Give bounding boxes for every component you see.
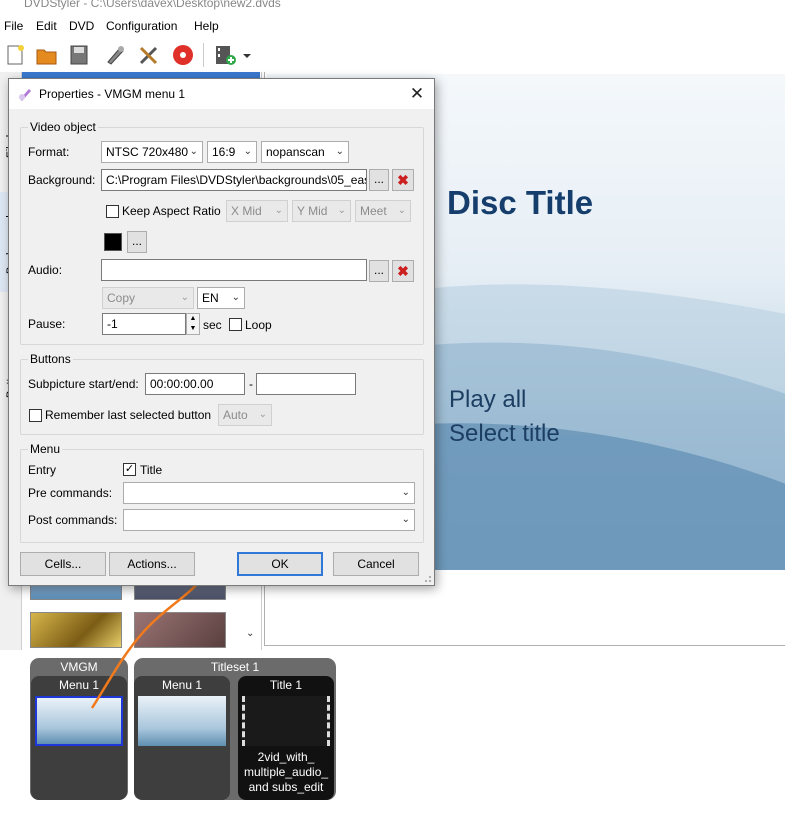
dropdown-icon[interactable] [240, 42, 254, 68]
subpicture-end-field[interactable] [256, 373, 356, 395]
dialog-titlebar: Properties - VMGM menu 1 ✕ [9, 79, 434, 109]
auto-select[interactable]: Auto ⌄ [218, 404, 272, 426]
add-video-icon[interactable] [212, 42, 238, 68]
title-entry-label: Title [140, 463, 163, 477]
dvd-icon[interactable] [170, 42, 196, 68]
properties-dialog: Properties - VMGM menu 1 ✕ Video object … [8, 78, 435, 586]
loop-label: Loop [245, 318, 272, 332]
scroll-down-icon[interactable]: ⌄ [246, 628, 254, 639]
x-align-select[interactable]: X Mid ⌄ [226, 200, 288, 222]
audio-label: Audio: [28, 263, 63, 277]
remember-button-checkbox[interactable] [29, 409, 42, 422]
pre-commands-field[interactable]: ⌄ [123, 482, 415, 504]
timeline-item-label: Menu 1 [58, 678, 100, 692]
section-title: Menu [28, 442, 63, 456]
timeline-group-vmgm: VMGM Menu 1 [30, 658, 128, 800]
background-path-field[interactable]: C:\Program Files\DVDStyler\backgrounds\0… [101, 169, 367, 191]
seconds-label: sec [203, 318, 222, 332]
entry-label: Entry [28, 463, 57, 477]
remember-button-label: Remember last selected button [45, 408, 212, 422]
cells-button[interactable]: Cells... [20, 552, 106, 576]
close-icon[interactable]: ✕ [406, 83, 428, 105]
pause-spinner[interactable]: ▲ ▼ [186, 313, 200, 335]
section-title: Video object [28, 120, 98, 134]
toolbar [0, 38, 785, 72]
timeline-group-titleset: Titleset 1 Menu 1 Title 1 2vid_with_ mul… [134, 658, 336, 800]
post-commands-field[interactable]: ⌄ [123, 509, 415, 531]
audio-language-select[interactable]: EN ⌄ [197, 287, 245, 309]
timeline-item-label: Title 1 [269, 678, 303, 692]
menu-edit[interactable]: Edit [36, 19, 57, 33]
new-file-icon[interactable] [2, 42, 28, 68]
window-title: DVDStyler - C:\Users\davex\Desktop\new2.… [24, 0, 281, 10]
audio-browse-button[interactable]: ... [369, 260, 389, 282]
menubar: File Edit DVD Configuration Help [0, 16, 785, 38]
audio-mode-select[interactable]: Copy ⌄ [102, 287, 194, 309]
loop-checkbox[interactable] [229, 318, 242, 331]
timeline-item-caption: 2vid_with_ multiple_audio_ and subs_edit [244, 750, 329, 794]
preview-disc-title[interactable]: Disc Title [447, 184, 593, 222]
save-icon[interactable] [66, 42, 92, 68]
timeline-item-titleset-menu[interactable]: Menu 1 [134, 676, 230, 800]
pause-field[interactable]: -1 [102, 313, 186, 335]
timeline-thumbnail [35, 696, 123, 746]
background-label: Background: [28, 173, 96, 187]
titleset-timeline: VMGM Menu 1 Titleset 1 Menu 1 Title 1 2v… [22, 650, 785, 813]
video-thumbnail [242, 696, 330, 746]
toolbar-separator [203, 43, 204, 67]
delete-audio-icon[interactable]: ✖ [392, 260, 414, 282]
format-label: Format: [28, 145, 70, 159]
subpicture-label: Subpicture start/end: [28, 377, 139, 391]
aspect-select[interactable]: 16:9 ⌄ [207, 141, 257, 163]
audio-field[interactable] [101, 259, 367, 281]
timeline-group-label: Titleset 1 [210, 660, 260, 674]
pre-commands-label: Pre commands: [28, 486, 113, 500]
settings-icon[interactable] [136, 42, 162, 68]
y-align-select[interactable]: Y Mid ⌄ [292, 200, 351, 222]
delete-background-icon[interactable]: ✖ [392, 169, 414, 191]
keep-aspect-checkbox[interactable] [106, 205, 119, 218]
timeline-item-vmgm-menu[interactable]: Menu 1 [31, 676, 127, 800]
cancel-button[interactable]: Cancel [333, 552, 419, 576]
menu-file[interactable]: File [4, 19, 23, 33]
subpicture-start-field[interactable]: 00:00:00.00 [145, 373, 245, 395]
resize-grip-icon[interactable] [422, 573, 432, 583]
menu-configuration[interactable]: Configuration [106, 19, 177, 33]
app-icon [19, 89, 31, 101]
format-select[interactable]: NTSC 720x480 ⌄ [101, 141, 203, 163]
open-folder-icon[interactable] [34, 42, 60, 68]
timeline-item-title[interactable]: Title 1 2vid_with_ multiple_audio_ and s… [238, 676, 334, 800]
background-browse-button[interactable]: ... [369, 169, 389, 191]
background-thumbnail[interactable] [30, 612, 122, 648]
title-entry-checkbox[interactable]: ✓ [123, 463, 136, 476]
section-title: Buttons [28, 352, 73, 366]
background-color-swatch[interactable] [104, 233, 122, 251]
preview-button-play-all[interactable]: Play all [449, 386, 526, 414]
fit-select[interactable]: Meet ⌄ [355, 200, 411, 222]
post-commands-label: Post commands: [28, 513, 118, 527]
ok-button[interactable]: OK [237, 552, 323, 576]
keep-aspect-label: Keep Aspect Ratio [122, 204, 221, 218]
preview-button-select-title[interactable]: Select title [449, 420, 560, 448]
timeline-group-label: VMGM [60, 660, 98, 674]
pause-label: Pause: [28, 317, 66, 331]
background-thumbnail[interactable] [134, 612, 226, 648]
menu-help[interactable]: Help [194, 19, 219, 33]
actions-button[interactable]: Actions... [109, 552, 195, 576]
dialog-title: Properties - VMGM menu 1 [39, 87, 186, 101]
range-dash: - [249, 377, 253, 391]
menu-dvd[interactable]: DVD [69, 19, 94, 33]
burn-icon[interactable] [102, 42, 128, 68]
color-picker-button[interactable]: ... [127, 231, 147, 253]
timeline-item-label: Menu 1 [161, 678, 203, 692]
window-titlebar: DVDStyler - C:\Users\davex\Desktop\new2.… [0, 0, 785, 14]
timeline-thumbnail [138, 696, 226, 746]
scan-select[interactable]: nopanscan ⌄ [261, 141, 349, 163]
